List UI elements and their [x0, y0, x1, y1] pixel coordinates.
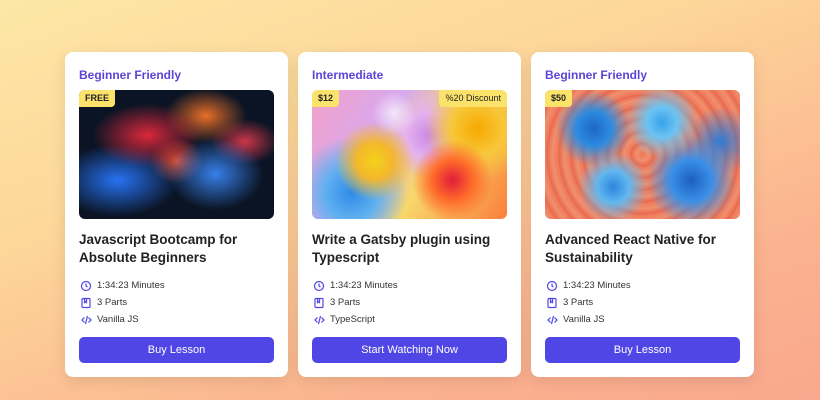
clock-icon — [312, 279, 326, 293]
tech-row: TypeScript — [312, 311, 507, 328]
discount-badge: %20 Discount — [439, 90, 507, 107]
buy-lesson-button[interactable]: Buy Lesson — [79, 337, 274, 363]
code-icon — [312, 313, 326, 327]
duration-text: 1:34:23 Minutes — [330, 280, 398, 291]
colorful-smoke-image — [79, 90, 274, 219]
duration-row: 1:34:23 Minutes — [312, 277, 507, 294]
course-level: Intermediate — [312, 68, 384, 82]
course-meta: 1:34:23 Minutes 3 Parts Vanilla JS — [545, 277, 740, 328]
course-title[interactable]: Advanced React Native for Sustainability — [545, 231, 735, 267]
price-badge: FREE — [79, 90, 116, 107]
marbled-paint-image — [545, 90, 740, 219]
book-icon — [545, 296, 559, 310]
duration-text: 1:34:23 Minutes — [97, 280, 165, 291]
colorful-bubbles-image — [312, 90, 507, 219]
book-icon — [79, 296, 93, 310]
course-title[interactable]: Javascript Bootcamp for Absolute Beginne… — [79, 231, 269, 267]
course-card: Intermediate $12 %20 Discount Write a Ga… — [298, 52, 521, 377]
tech-row: Vanilla JS — [79, 311, 274, 328]
course-card: Beginner Friendly $50 Advanced React Nat… — [531, 52, 754, 377]
code-icon — [545, 313, 559, 327]
course-image[interactable]: $12 %20 Discount — [312, 90, 507, 219]
tech-text: TypeScript — [330, 314, 375, 325]
course-image[interactable]: $50 — [545, 90, 740, 219]
course-card-list: Beginner Friendly FREE Javascript Bootca… — [65, 52, 754, 377]
duration-row: 1:34:23 Minutes — [545, 277, 740, 294]
course-level: Beginner Friendly — [79, 68, 182, 82]
tech-row: Vanilla JS — [545, 311, 740, 328]
course-level: Beginner Friendly — [545, 68, 648, 82]
course-image[interactable]: FREE — [79, 90, 274, 219]
course-card: Beginner Friendly FREE Javascript Bootca… — [65, 52, 288, 377]
parts-text: 3 Parts — [97, 297, 128, 308]
course-title[interactable]: Write a Gatsby plugin using Typescript — [312, 231, 502, 267]
code-icon — [79, 313, 93, 327]
course-meta: 1:34:23 Minutes 3 Parts Vanilla JS — [79, 277, 274, 328]
duration-text: 1:34:23 Minutes — [563, 280, 631, 291]
book-icon — [312, 296, 326, 310]
parts-row: 3 Parts — [545, 294, 740, 311]
clock-icon — [545, 279, 559, 293]
clock-icon — [79, 279, 93, 293]
price-badge: $50 — [545, 90, 573, 107]
parts-row: 3 Parts — [312, 294, 507, 311]
duration-row: 1:34:23 Minutes — [79, 277, 274, 294]
buy-lesson-button[interactable]: Buy Lesson — [545, 337, 740, 363]
tech-text: Vanilla JS — [97, 314, 139, 325]
parts-text: 3 Parts — [563, 297, 594, 308]
start-watching-button[interactable]: Start Watching Now — [312, 337, 507, 363]
parts-text: 3 Parts — [330, 297, 361, 308]
price-badge: $12 — [312, 90, 340, 107]
course-meta: 1:34:23 Minutes 3 Parts TypeScript — [312, 277, 507, 328]
tech-text: Vanilla JS — [563, 314, 605, 325]
parts-row: 3 Parts — [79, 294, 274, 311]
